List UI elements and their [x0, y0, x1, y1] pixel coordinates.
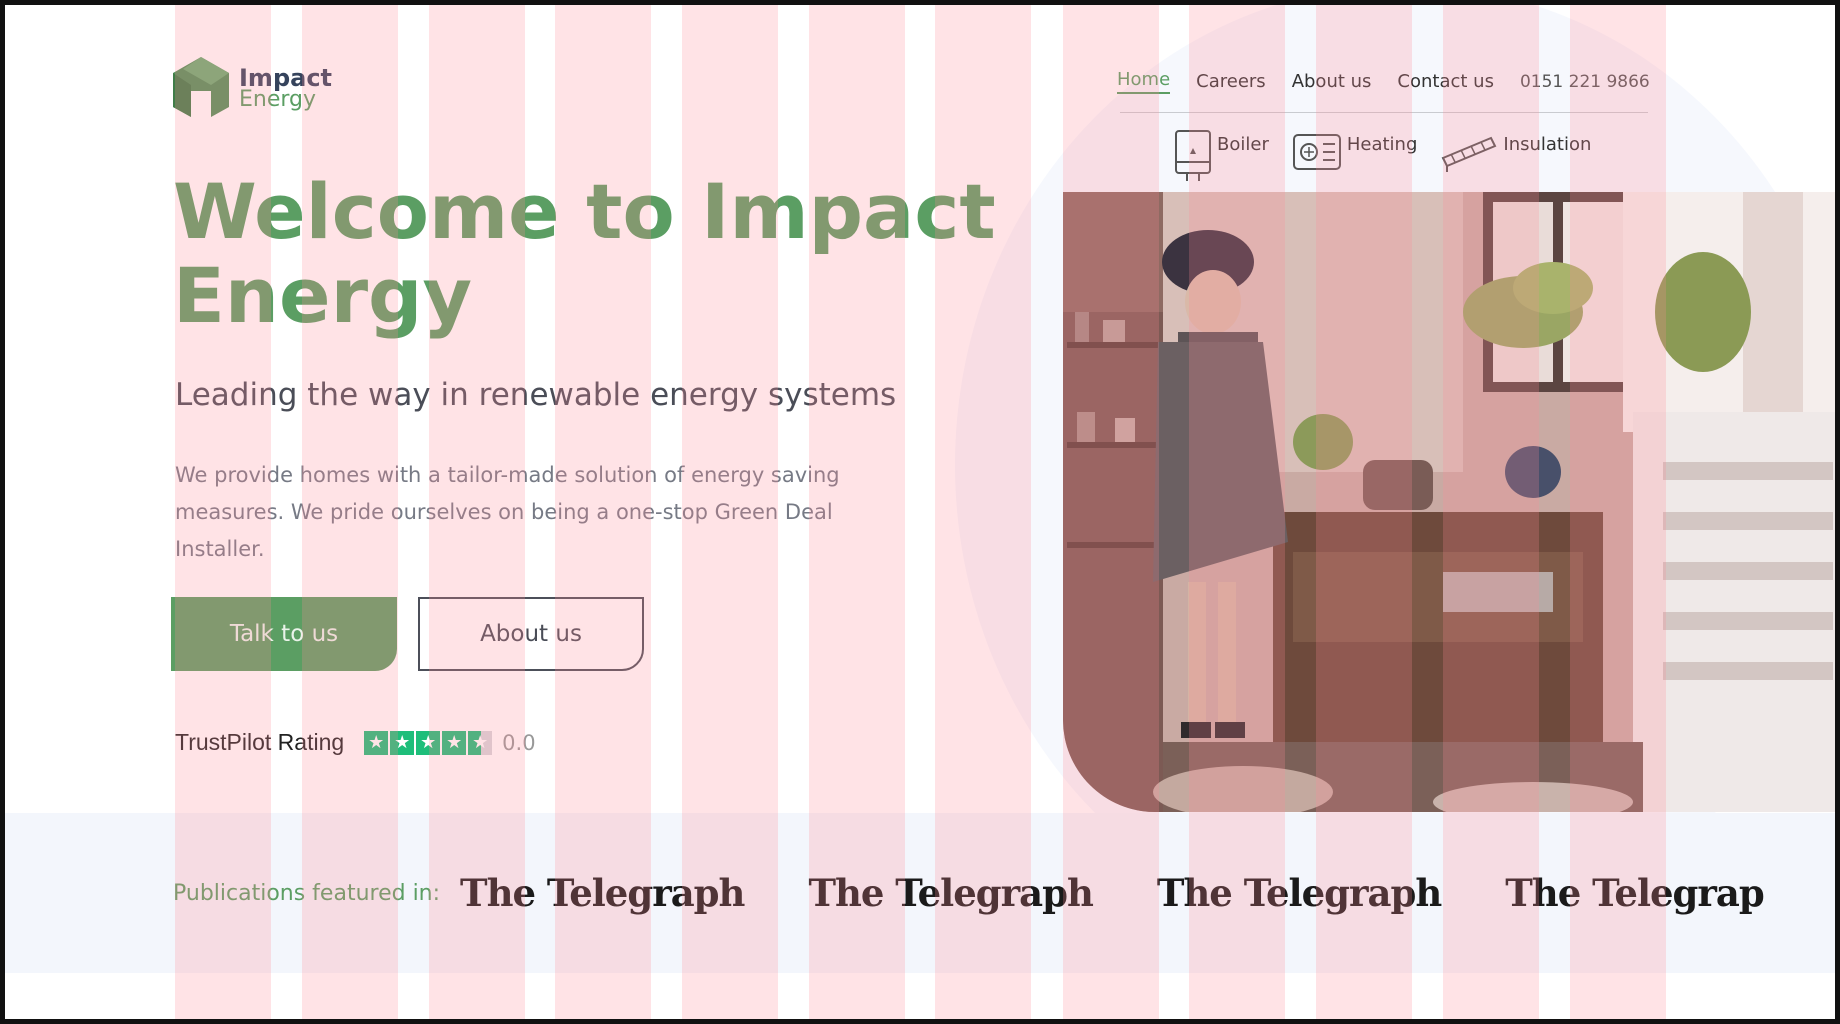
house-logo-icon — [173, 57, 229, 117]
hero-description: We provide homes with a tailor-made solu… — [175, 463, 840, 561]
radiator-icon — [1292, 134, 1341, 170]
star-icon: ★ — [390, 730, 415, 755]
star-icon: ★ — [442, 730, 467, 755]
logo[interactable]: Impact Energy — [171, 55, 332, 123]
hero-photo-illustration — [1063, 192, 1835, 812]
rating-score: 0.0 — [502, 730, 536, 755]
talk-to-us-button[interactable]: Talk to us — [171, 597, 397, 671]
nav-home[interactable]: Home — [1117, 69, 1171, 94]
nav-about-us[interactable]: About us — [1292, 71, 1372, 92]
nav-careers[interactable]: Careers — [1196, 71, 1266, 92]
service-boiler[interactable]: Boiler — [1173, 128, 1269, 184]
trustpilot-rating[interactable]: TrustPilot Rating ★ ★ ★ ★ ★ 0.0 — [175, 729, 536, 756]
nav-divider — [1120, 112, 1648, 113]
telegraph-logo[interactable]: The Telegraph — [1157, 871, 1442, 915]
about-us-button[interactable]: About us — [418, 597, 644, 671]
hero-title: Welcome to Impact Energy — [173, 167, 996, 340]
nav-contact-us[interactable]: Contact us — [1397, 71, 1494, 92]
star-half-icon: ★ — [468, 730, 493, 755]
star-icon: ★ — [416, 730, 441, 755]
rating-stars: ★ ★ ★ ★ ★ — [364, 730, 494, 755]
telegraph-logo[interactable]: The Telegraph — [808, 871, 1093, 915]
services-menu: Boiler Heating Insulation — [1173, 128, 1613, 184]
service-heating-label: Heating — [1346, 134, 1418, 155]
logo-text-impact: Impact — [239, 64, 333, 92]
page: Impact Energy Home Careers About us Cont… — [0, 0, 1840, 1024]
boiler-icon — [1175, 130, 1211, 181]
logo-text-energy: Energy — [239, 87, 317, 112]
publications-label: Publications featured in: — [173, 880, 441, 906]
service-heating[interactable]: Heating — [1291, 128, 1418, 174]
service-insulation[interactable]: Insulation — [1439, 128, 1591, 174]
hero-image — [1063, 192, 1835, 812]
telegraph-logo[interactable]: The Telegrap — [1505, 871, 1764, 915]
main-nav: Home Careers About us Contact us 0151 22… — [1117, 69, 1650, 94]
rating-label: TrustPilot Rating — [175, 729, 345, 755]
publications: Publications featured in: The Telegraph … — [173, 871, 1828, 915]
hero-subtitle: Leading the way in renewable energy syst… — [175, 377, 897, 413]
phone-number[interactable]: 0151 221 9866 — [1520, 72, 1650, 92]
telegraph-logo[interactable]: The Telegraph — [460, 871, 745, 915]
insulation-icon — [1442, 136, 1497, 172]
star-icon: ★ — [364, 730, 389, 755]
service-insulation-label: Insulation — [1503, 134, 1592, 155]
service-boiler-label: Boiler — [1217, 134, 1269, 155]
